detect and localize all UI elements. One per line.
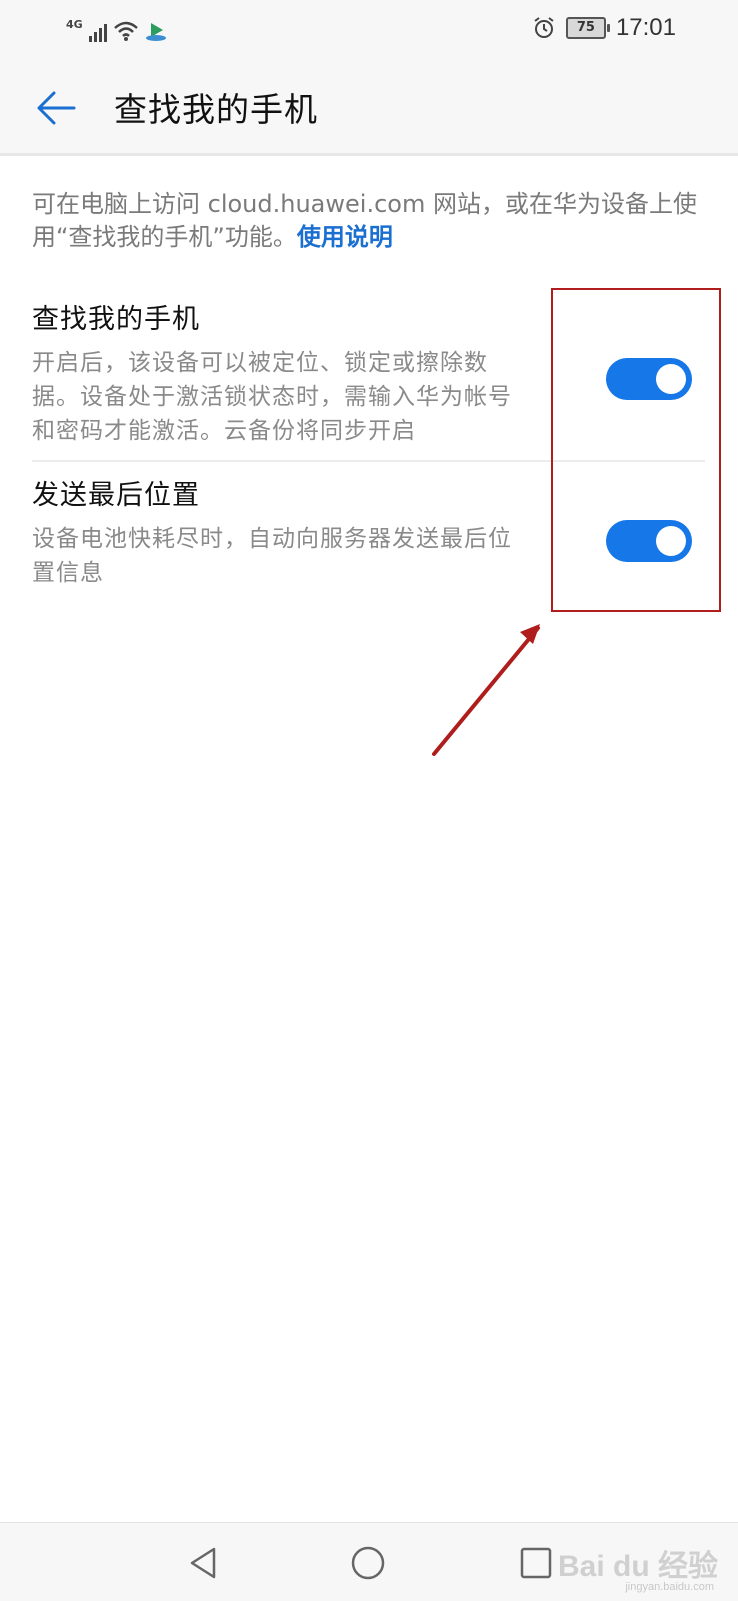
- alarm-clock-icon: [534, 17, 554, 38]
- back-arrow-icon[interactable]: [34, 86, 78, 130]
- intro-text: 可在电脑上访问 cloud.huawei.com 网站，或在华为设备上使用“查找…: [32, 188, 702, 254]
- network-type-label: 4G: [66, 18, 83, 31]
- status-right: 75 17:01: [532, 12, 676, 44]
- annotation-arrow-icon: [432, 624, 540, 756]
- system-navigation-bar: Bai du 经验 jingyan.baidu.com: [0, 1522, 738, 1601]
- status-time: 17:01: [615, 14, 676, 41]
- page-title: 查找我的手机: [114, 90, 318, 129]
- square-recent-icon[interactable]: [518, 1545, 554, 1581]
- setting-description: 开启后，该设备可以被定位、锁定或擦除数据。设备处于激活锁状态时，需输入华为帐号和…: [32, 350, 512, 444]
- usage-instructions-link[interactable]: 使用说明: [297, 223, 393, 251]
- watermark-url: jingyan.baidu.com: [625, 1581, 714, 1593]
- wifi-icon: [113, 21, 138, 41]
- app-header: 查找我的手机: [0, 56, 738, 156]
- app-notification-icon: [145, 23, 166, 41]
- battery-indicator: 75: [565, 17, 610, 39]
- setting-description: 设备电池快耗尽时，自动向服务器发送最后位置信息: [32, 526, 512, 586]
- triangle-back-icon[interactable]: [186, 1545, 222, 1581]
- status-bar: 4G 75 17:01: [0, 0, 738, 56]
- watermark-logo: Bai du 经验: [557, 1550, 718, 1583]
- status-left: 4G: [66, 12, 167, 42]
- signal-bars-icon: [88, 22, 107, 42]
- annotation-highlight-box: [551, 288, 721, 612]
- circle-home-icon[interactable]: [350, 1545, 386, 1581]
